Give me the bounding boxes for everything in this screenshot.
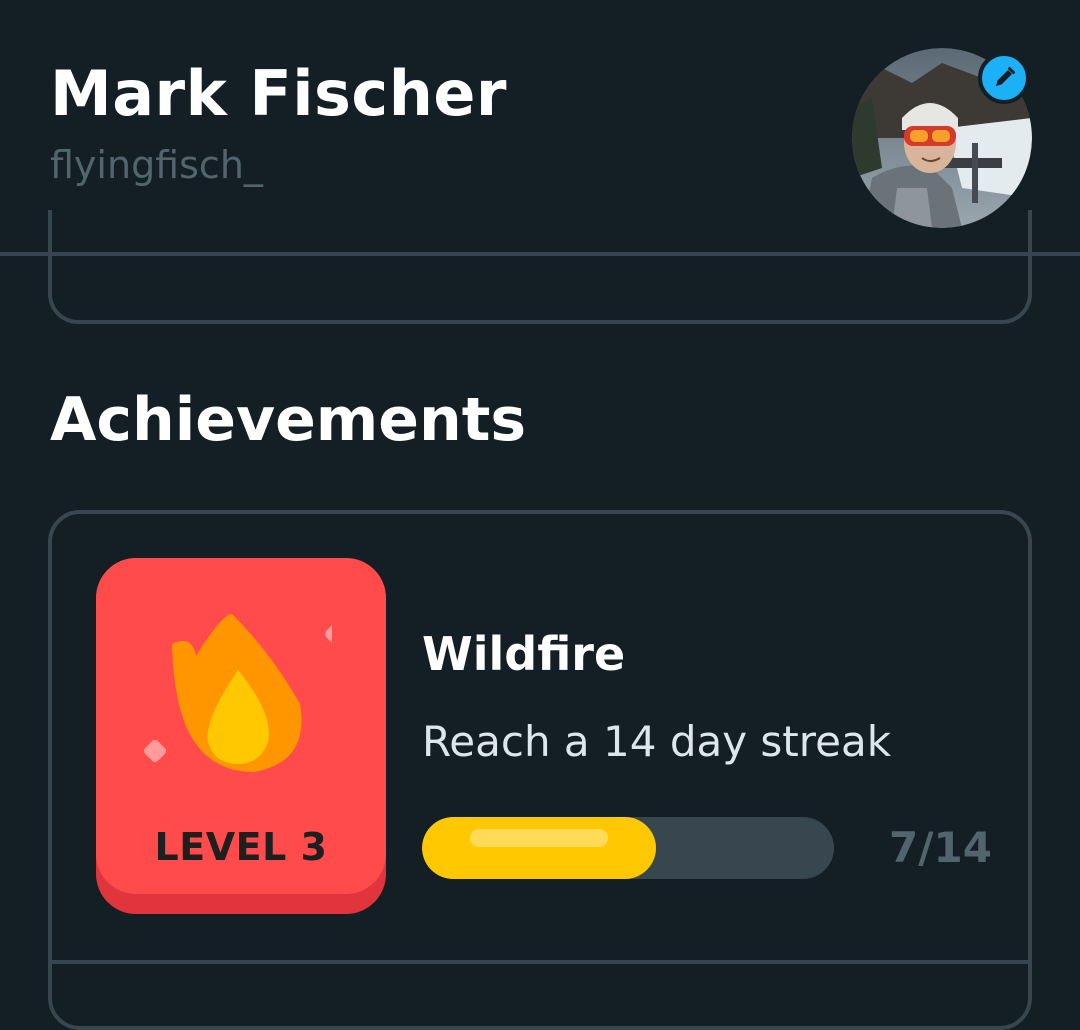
profile-username: flyingfisch_ — [50, 143, 263, 187]
achievements-heading: Achievements — [50, 385, 527, 455]
progress-shine — [470, 829, 608, 847]
flame-icon — [143, 614, 332, 772]
achievement-badge[interactable]: LEVEL 3 — [96, 558, 386, 914]
previous-section-card — [48, 210, 1032, 324]
pencil-icon — [996, 67, 1015, 86]
achievement-title: Wildfire — [422, 627, 626, 681]
profile-name: Mark Fischer — [50, 57, 507, 130]
edit-profile-button[interactable] — [978, 52, 1030, 104]
achievements-card: LEVEL 3 Wildfire Reach a 14 day streak 7… — [48, 510, 1032, 1030]
achievement-progress-bar — [422, 817, 834, 879]
achievement-progress-text: 7/14 — [888, 823, 992, 872]
progress-fill — [422, 817, 656, 879]
card-divider — [52, 960, 1028, 964]
badge-level-label: LEVEL 3 — [154, 825, 328, 869]
achievement-description: Reach a 14 day streak — [422, 717, 892, 766]
avatar-container[interactable] — [852, 48, 1032, 228]
